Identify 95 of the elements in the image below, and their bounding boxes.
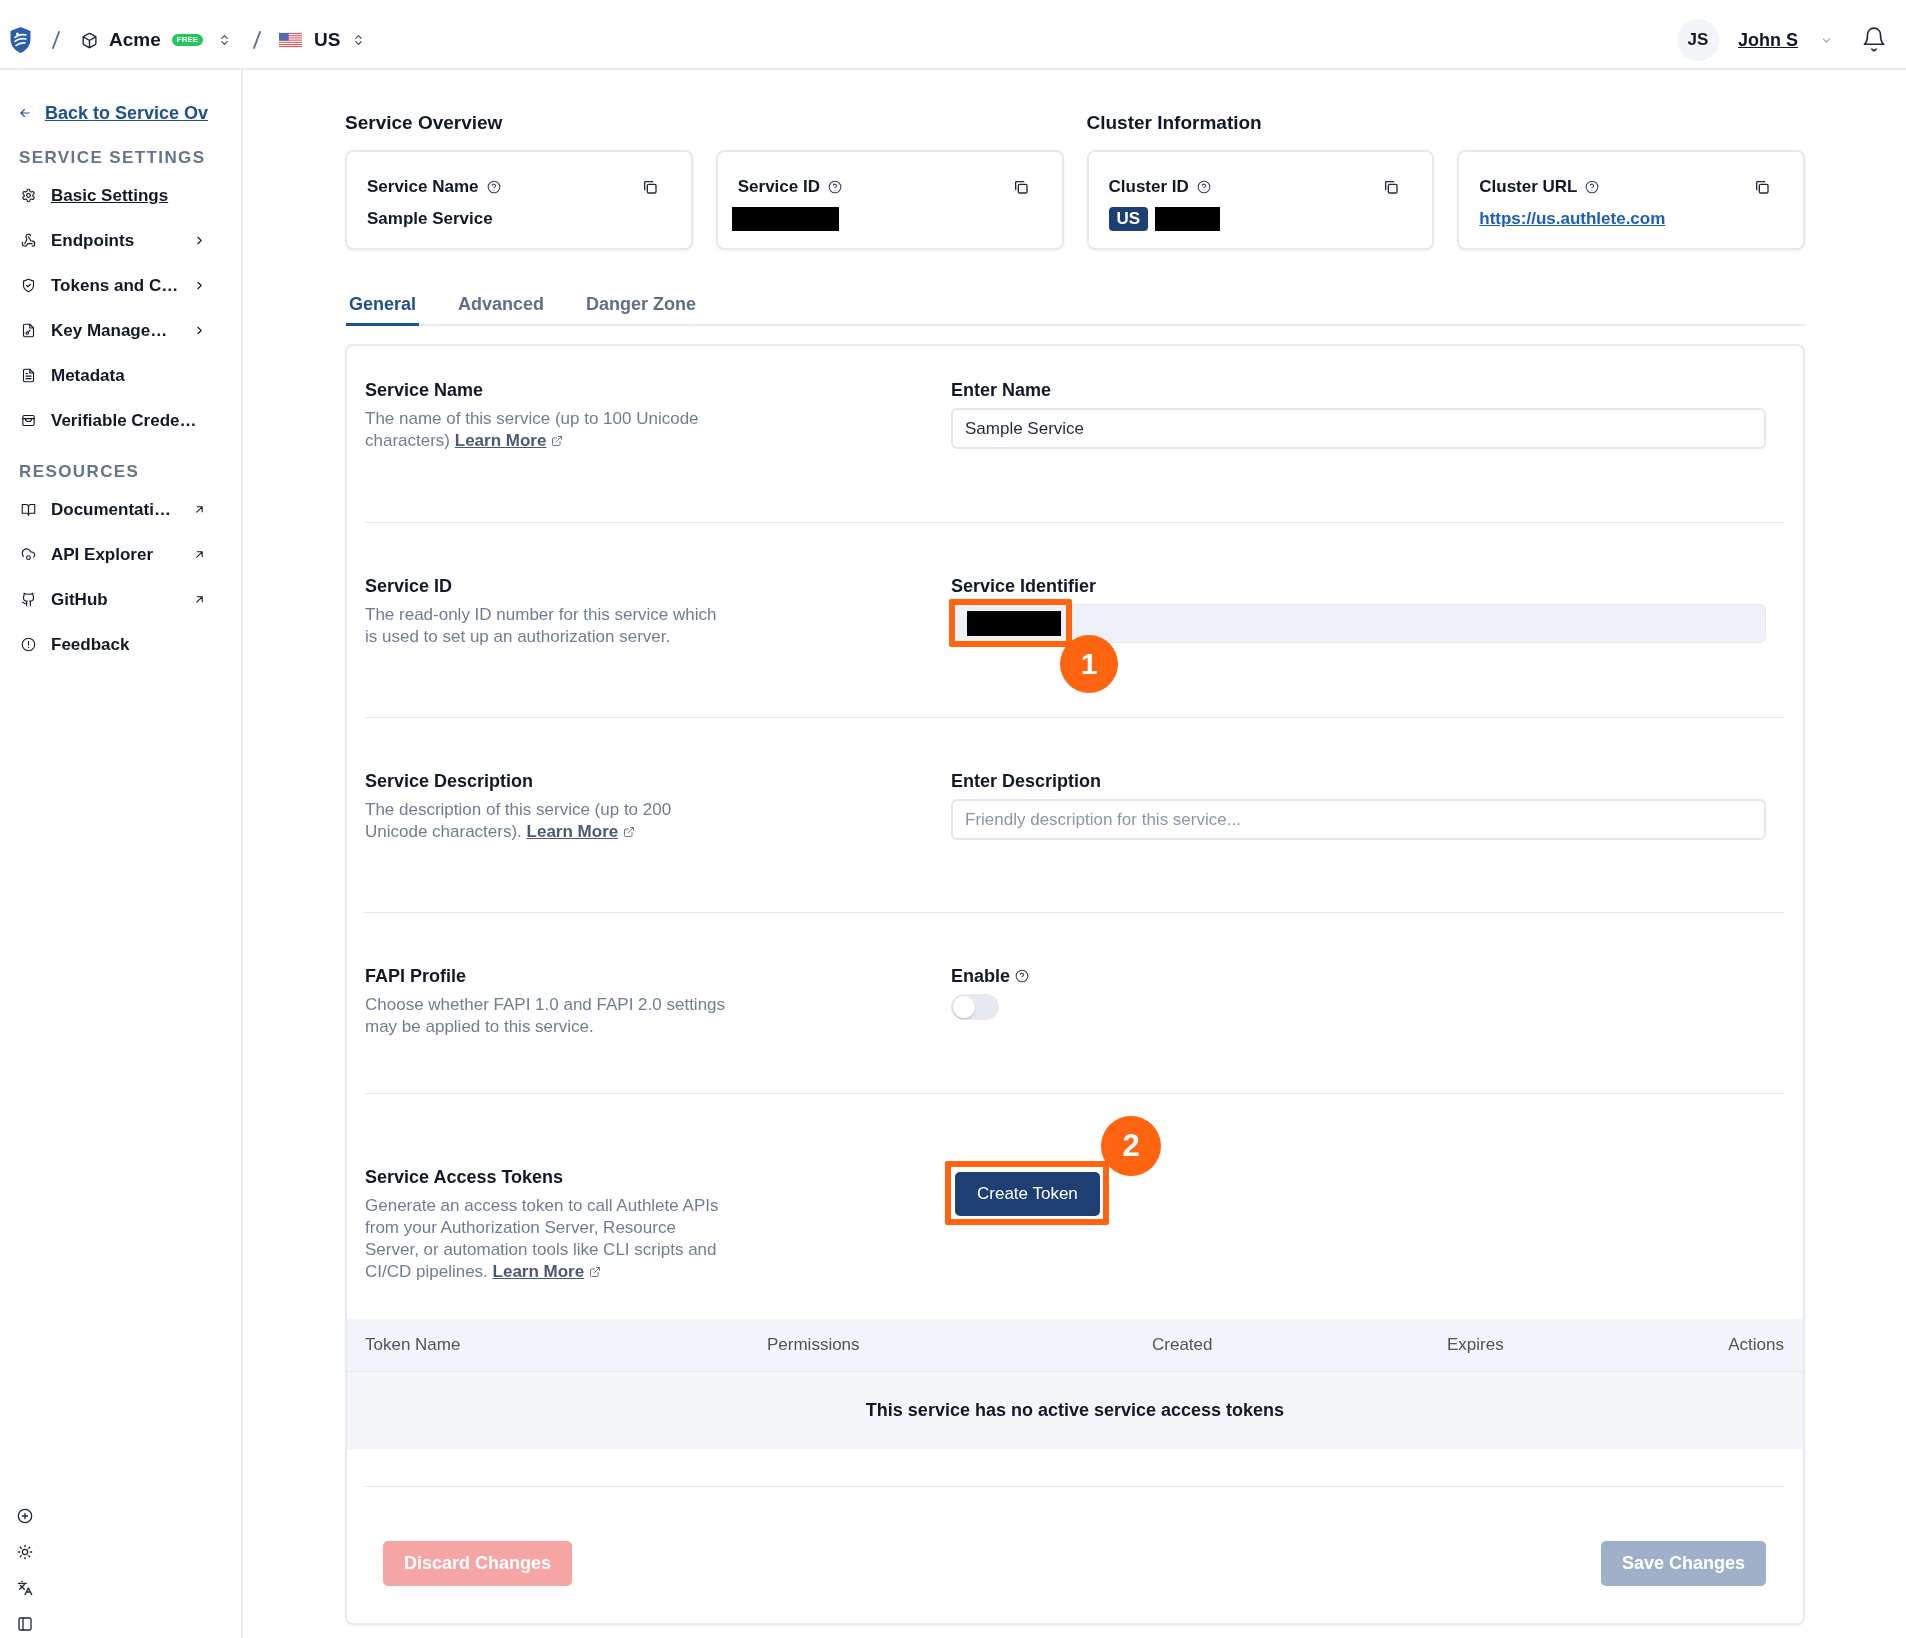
field-label: Enable	[951, 965, 1011, 987]
arrow-up-right-icon	[193, 593, 206, 606]
gear-icon	[21, 188, 36, 203]
external-link-icon	[589, 1266, 602, 1278]
section-title: Service Description	[365, 770, 535, 792]
section-description: The name of this service (up to 100 Unicode characters) Learn More	[365, 408, 700, 452]
field-label: Service Identifier	[951, 575, 1097, 597]
column-header: Permissions	[767, 1335, 861, 1355]
help-icon[interactable]	[1196, 180, 1211, 194]
column-header: Actions	[1728, 1335, 1784, 1355]
sidebar-item[interactable]: Tokens and C…	[0, 263, 241, 308]
section-description: The read-only ID number for this service which is used to set up an authorization server.	[365, 604, 718, 648]
flag-icon	[279, 32, 303, 48]
back-link[interactable]: Back to Service Ov	[0, 102, 241, 124]
section-description: Generate an access token to call Authlete APIs from your Authorization Server, Resource Server, or automation tools like CLI scripts and CI/CD pipelines. Learn More	[365, 1195, 720, 1283]
sidebar-item[interactable]: Key Manage…	[0, 308, 241, 353]
bell-icon[interactable]	[1861, 26, 1887, 54]
card-label: Service ID	[737, 177, 820, 197]
cloud-icon	[21, 547, 36, 562]
section-heading: Cluster Information	[1086, 111, 1263, 135]
column-header: Expires	[1447, 1335, 1505, 1355]
column-header: Token Name	[365, 1335, 462, 1355]
sidebar-item[interactable]: Documentati…	[0, 487, 241, 532]
external-link-icon	[623, 826, 636, 838]
tray-icon	[21, 413, 36, 428]
card-label: Service Name	[367, 177, 479, 197]
sidebar-item[interactable]: API Explorer	[0, 532, 241, 577]
tab[interactable]: Advanced	[455, 293, 548, 326]
learn-more-link[interactable]: Learn More	[454, 431, 564, 450]
cube-icon	[81, 31, 98, 49]
sidebar-section-heading: RESOURCES	[18, 461, 141, 483]
section-description: Choose whether FAPI 1.0 and FAPI 2.0 settings may be applied to this service.	[365, 994, 727, 1038]
user-name-link[interactable]: John S	[1738, 29, 1798, 51]
card-value: Sample Service	[367, 209, 493, 229]
text-input[interactable]: Friendly description for this service...	[951, 799, 1766, 840]
section-description: The description of this service (up to 200 Unicode characters). Learn More	[365, 799, 673, 843]
cluster-url-link[interactable]: https://us.authlete.com	[1479, 209, 1666, 229]
organization-name[interactable]: Acme	[109, 29, 161, 51]
slash-separator-icon	[252, 30, 263, 50]
help-icon[interactable]	[1585, 180, 1600, 194]
external-link-icon	[551, 435, 564, 447]
help-icon[interactable]	[1015, 969, 1030, 983]
field-label: Enter Name	[951, 379, 1052, 401]
sidebar-item[interactable]: Feedback	[0, 622, 241, 667]
sidebar-section-heading: SERVICE SETTINGS	[18, 147, 207, 169]
alert-icon	[21, 637, 36, 652]
toggle-switch[interactable]	[951, 994, 999, 1020]
create-token-button[interactable]: Create Token	[955, 1172, 1100, 1216]
user-avatar[interactable]: JS	[1677, 19, 1719, 61]
region-badge: US	[1108, 207, 1149, 231]
slash-separator-icon	[51, 30, 61, 50]
key-document-icon	[21, 323, 36, 338]
book-icon	[21, 502, 36, 517]
sidebar-item[interactable]: GitHub	[0, 577, 241, 622]
tab[interactable]: Danger Zone	[583, 293, 700, 326]
copy-icon[interactable]	[1754, 179, 1770, 195]
empty-table-message: This service has no active service access tokens	[347, 1371, 1803, 1449]
shield-logo-icon[interactable]	[8, 26, 33, 54]
section-title: Service Name	[365, 379, 485, 401]
translate-icon[interactable]	[17, 1580, 33, 1596]
section-heading: Service Overview	[345, 111, 504, 135]
text-input[interactable]: Sample Service	[951, 408, 1766, 449]
help-icon[interactable]	[828, 180, 842, 194]
copy-icon[interactable]	[641, 179, 658, 195]
sun-icon[interactable]	[17, 1544, 33, 1560]
section-title: Service ID	[365, 575, 454, 597]
arrow-up-right-icon	[193, 548, 206, 561]
learn-more-link[interactable]: Learn More	[526, 822, 636, 841]
sidebar-toggle-icon[interactable]	[17, 1616, 33, 1632]
sidebar-item[interactable]: Basic Settings	[0, 173, 241, 218]
cluster-name[interactable]: US	[314, 29, 341, 51]
card-label: Cluster ID	[1108, 177, 1189, 197]
callout-number: 2	[1101, 1116, 1161, 1176]
plus-circle-icon[interactable]	[17, 1508, 33, 1524]
card-label: Cluster URL	[1479, 177, 1578, 197]
field-label: Enter Description	[951, 770, 1102, 792]
copy-icon[interactable]	[1012, 179, 1029, 195]
column-header: Created	[1152, 1335, 1214, 1355]
sidebar-item[interactable]: Metadata	[0, 353, 241, 398]
callout-number: 1	[1060, 635, 1118, 693]
section-title: Service Access Tokens	[365, 1166, 565, 1188]
document-icon	[21, 368, 36, 383]
sidebar-item[interactable]: Verifiable Crede…	[0, 398, 241, 443]
help-icon[interactable]	[486, 180, 501, 194]
webhook-icon	[21, 233, 36, 248]
tab[interactable]: General	[346, 293, 420, 326]
shield-check-icon	[21, 278, 36, 293]
github-icon	[21, 592, 36, 607]
arrow-up-right-icon	[193, 503, 206, 516]
learn-more-link[interactable]: Learn More	[492, 1262, 602, 1281]
sidebar-item[interactable]: Endpoints	[0, 218, 241, 263]
plan-badge: FREE	[171, 34, 204, 46]
copy-icon[interactable]	[1383, 179, 1400, 195]
section-title: FAPI Profile	[365, 965, 468, 987]
arrow-left-icon	[18, 106, 32, 120]
